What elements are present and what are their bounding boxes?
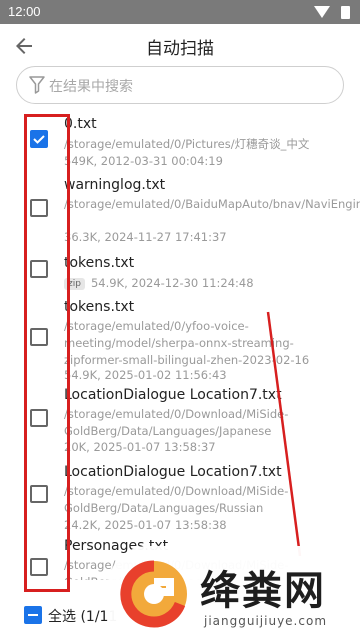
watermark-logo-icon [120, 560, 187, 628]
file-path: /storage/emulated/0/yfoo-voice-meeting/m… [64, 319, 310, 367]
battery-icon [341, 6, 350, 19]
watermark-url: jiangguijiuye.com [204, 614, 328, 628]
file-meta: 20K, 2025-01-07 13:58:37 [64, 440, 216, 454]
file-name: LocationDialogue Location7.txt [64, 464, 282, 480]
select-all-checkbox[interactable] [24, 606, 42, 624]
file-meta: 36.3K, 2024-11-27 17:41:37 [64, 230, 227, 244]
item-checkbox[interactable] [30, 409, 48, 427]
file-path: /storage/emulated/0/Download/MiSide-Gold… [64, 484, 289, 515]
file-meta: 54.9K, 2025-01-02 11:56:43 [64, 368, 227, 382]
item-checkbox[interactable] [30, 199, 48, 217]
item-checkbox[interactable] [30, 260, 48, 278]
item-checkbox[interactable] [30, 328, 48, 346]
file-meta-text: 54.9K, 2024-12-30 11:24:48 [90, 276, 254, 290]
search-placeholder: 在结果中搜索 [49, 79, 133, 95]
file-name: 0.txt [64, 116, 97, 132]
status-time: 12:00 [8, 4, 41, 19]
item-checkbox[interactable] [30, 558, 48, 576]
file-path: /storage/emulated/0/BaiduMapAuto/bnav/Na… [64, 197, 360, 211]
wifi-icon [314, 6, 330, 18]
file-name: LocationDialogue Location7.txt [64, 387, 282, 403]
file-meta: zip 54.9K, 2024-12-30 11:24:48 [64, 276, 254, 290]
filter-icon [29, 76, 45, 94]
file-meta: 24.2K, 2025-01-07 13:58:38 [64, 518, 227, 532]
file-path: /storage/emulated/0/Download/MiSide-Gold… [64, 407, 289, 438]
file-name: warninglog.txt [64, 177, 166, 193]
list-item[interactable]: LocationDialogue Location7.txt /storage/… [0, 462, 360, 538]
watermark-text: 绛粪网 [200, 568, 326, 614]
zip-badge: zip [64, 277, 85, 290]
list-item[interactable]: tokens.txt zip 54.9K, 2024-12-30 11:24:48 [0, 252, 360, 296]
app-bar: 自动扫描 [0, 24, 360, 68]
file-meta: 549K, 2012-03-31 00:04:19 [64, 154, 223, 168]
list-item[interactable]: LocationDialogue Location7.txt /storage/… [0, 384, 360, 468]
file-name: tokens.txt [64, 299, 135, 315]
watermark: 绛粪网 jiangguijiuye.com [108, 546, 360, 640]
file-name: tokens.txt [64, 255, 135, 271]
file-list: 0.txt /storage/emulated/0/Pictures/灯穗奇谈_… [0, 110, 360, 580]
select-all-label[interactable]: 全选 (1/11 [48, 606, 117, 626]
list-item[interactable]: warninglog.txt /storage/emulated/0/Baidu… [0, 174, 360, 252]
search-input[interactable]: 在结果中搜索 [16, 66, 344, 104]
item-checkbox[interactable] [30, 485, 48, 503]
status-bar: 12:00 [0, 0, 360, 24]
page-title: 自动扫描 [146, 39, 214, 59]
list-item[interactable]: 0.txt /storage/emulated/0/Pictures/灯穗奇谈_… [0, 110, 360, 174]
status-icons [314, 5, 350, 19]
item-checkbox[interactable] [30, 130, 48, 148]
file-path: /storage/emulated/0/Pictures/灯穗奇谈_中文 [64, 137, 310, 151]
check-icon [33, 135, 45, 144]
